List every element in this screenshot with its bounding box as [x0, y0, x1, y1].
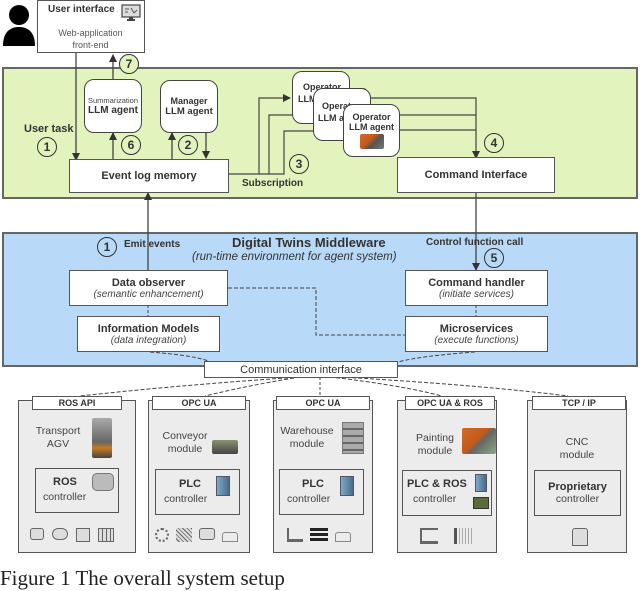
- plc-image-icon: [216, 476, 230, 496]
- plc-image-icon: [475, 474, 487, 492]
- step-1-user-task-marker: 1: [37, 137, 57, 157]
- solar-panel-icon: [98, 528, 114, 542]
- module-name: Transport AGV: [35, 425, 81, 450]
- command-interface: Command Interface: [397, 157, 555, 193]
- spray-nozzle-icon: [454, 528, 472, 544]
- operator-agent-front: Operator LLM agent: [343, 104, 400, 157]
- module-protocol-tag: TCP / IP: [532, 396, 626, 410]
- manager-agent: Manager LLM agent: [160, 80, 218, 133]
- middleware-title: Digital Twins Middleware: [232, 235, 386, 250]
- module-name: Conveyor module: [162, 430, 208, 455]
- module-device-icons: [568, 528, 592, 548]
- step-1-emit-events-marker: 1: [97, 237, 117, 257]
- module-protocol-tag: ROS API: [32, 396, 122, 410]
- information-models: Information Models (data integration): [77, 316, 220, 352]
- module-protocol-tag: OPC UA: [276, 396, 370, 410]
- gears-icon: [155, 528, 169, 542]
- warehouse-image-icon: [342, 422, 364, 454]
- valve-icon: [52, 528, 68, 540]
- conveyor-image-icon: [212, 440, 238, 454]
- motor-icon: [30, 528, 44, 540]
- module-name: Painting module: [416, 432, 454, 457]
- microservices: Microservices (execute functions): [405, 316, 548, 352]
- summarization-agent: Summarization LLM agent: [84, 79, 142, 133]
- figure-caption: Figure 1 The overall system setup: [0, 566, 285, 590]
- user-task-label: User task: [24, 123, 74, 135]
- command-handler: Command handler (initiate services): [405, 270, 548, 306]
- user-person-icon: [2, 4, 36, 46]
- module-name: Warehouse module: [280, 425, 334, 450]
- module-device-icons: [420, 528, 490, 546]
- module-device-icons: [30, 528, 126, 544]
- step-4-marker: 4: [484, 133, 504, 153]
- emit-events-label: Emit events: [124, 239, 181, 250]
- conveyor-icon: [176, 528, 192, 542]
- robot-arm-icon: [420, 528, 438, 544]
- module-protocol-tag: OPC UA & ROS: [405, 396, 495, 410]
- ros-robot-image-icon: [92, 473, 114, 491]
- wireless-sensor-icon: [222, 532, 238, 542]
- monitor-icon: [121, 4, 141, 22]
- agv-image-icon: [92, 418, 112, 458]
- ros-board-image-icon: [473, 497, 489, 509]
- user-interface-title: User interface: [48, 4, 115, 15]
- step-3-marker: 3: [289, 154, 309, 174]
- module-device-icons: [287, 528, 367, 544]
- controller-box: PLC & ROS controller: [402, 470, 492, 516]
- user-interface-subtitle: Web-application front-end: [58, 28, 123, 50]
- robot-arm-icon: [287, 528, 303, 542]
- painting-robot-image-icon: [359, 134, 384, 149]
- controller-box: PLC controller: [279, 469, 364, 515]
- subscription-label: Subscription: [242, 178, 304, 189]
- module-protocol-tag: OPC UA: [152, 396, 246, 410]
- middleware-subtitle: (run-time environment for agent system): [192, 251, 397, 263]
- control-function-call-label: Control function call: [426, 237, 524, 248]
- controller-box: ROS controller: [35, 468, 119, 513]
- step-7-marker: 7: [119, 54, 139, 74]
- controller-box: PLC controller: [155, 469, 240, 515]
- shelf-icon: [310, 528, 328, 542]
- valve-actuator-icon: [572, 528, 588, 546]
- controller-box: Proprietary controller: [534, 470, 621, 516]
- step-6-marker: 6: [121, 135, 141, 155]
- module-name: CNC module: [559, 436, 595, 461]
- wireless-sensor-icon: [335, 532, 351, 542]
- step-2-marker: 2: [178, 135, 198, 155]
- module-device-icons: [155, 528, 245, 544]
- plc-image-icon: [340, 476, 354, 496]
- event-log-memory: Event log memory: [69, 159, 229, 193]
- step-5-marker: 5: [484, 248, 504, 268]
- user-interface-box: User interface Web-application front-end: [37, 0, 145, 53]
- sensor-icon: [76, 528, 90, 542]
- data-observer: Data observer (semantic enhancement): [69, 270, 228, 306]
- communication-interface: Communication interface: [204, 361, 398, 378]
- painting-robot-image-icon: [462, 428, 496, 454]
- motor-icon: [199, 528, 215, 540]
